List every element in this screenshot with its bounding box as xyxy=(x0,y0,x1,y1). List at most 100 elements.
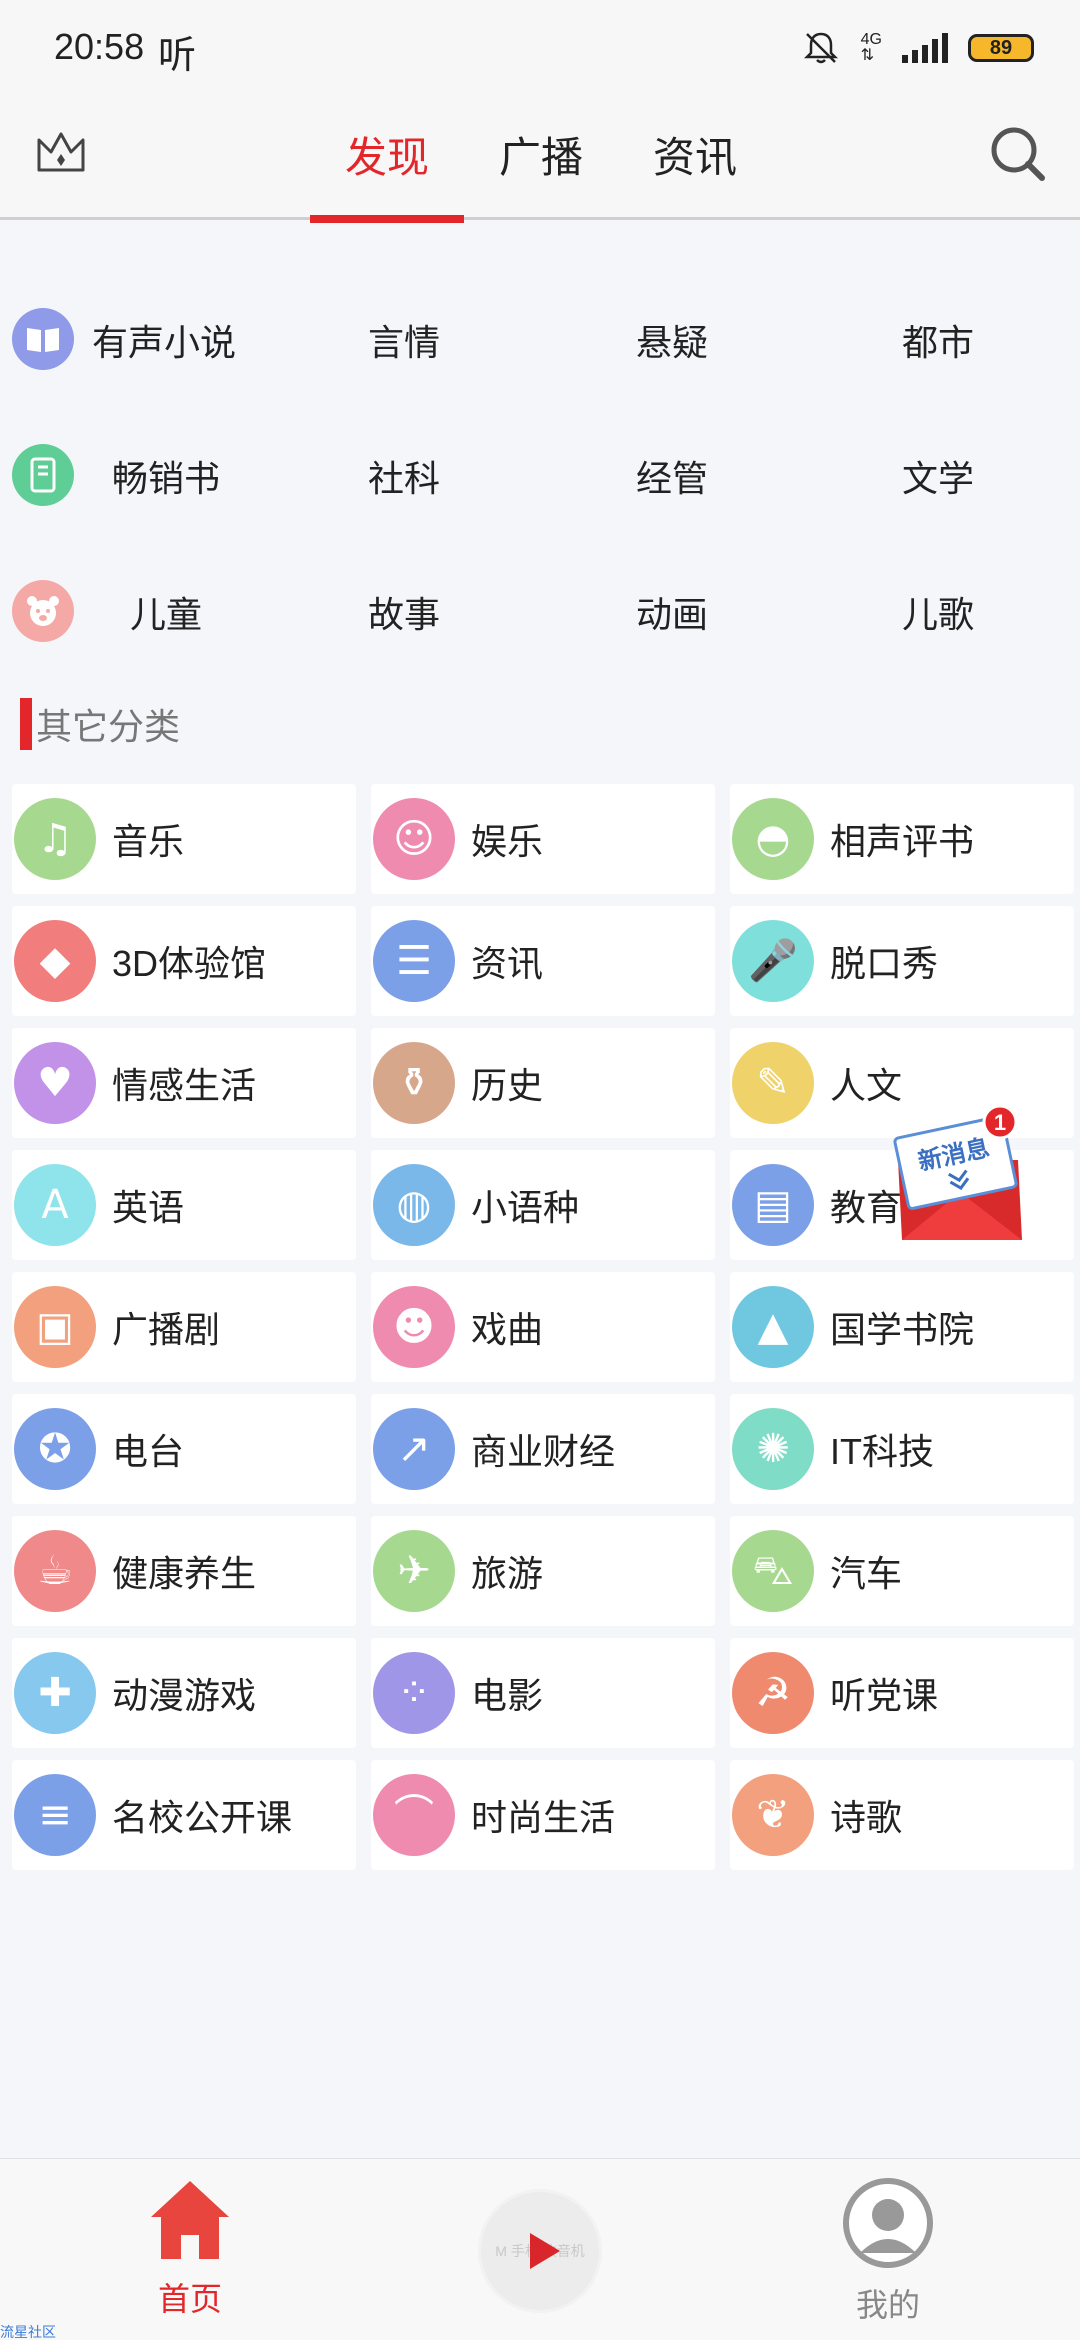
battery-indicator: 89 xyxy=(968,34,1034,62)
smile-icon: ☺ xyxy=(373,798,455,880)
chat-doc-icon: ≡ xyxy=(14,1774,96,1856)
category-card[interactable]: ⚱ 历史 xyxy=(371,1028,715,1138)
new-message-envelope-icon[interactable]: 新消息 1 xyxy=(888,1100,1032,1250)
search-icon[interactable] xyxy=(988,124,1048,184)
category-card[interactable]: ✈ 旅游 xyxy=(371,1516,715,1626)
category-card[interactable]: ⌒ 时尚生活 xyxy=(371,1760,715,1870)
bell-muted-icon xyxy=(803,32,838,64)
category-card[interactable]: ✚ 动漫游戏 xyxy=(12,1638,356,1748)
category-card[interactable]: ✪ 电台 xyxy=(12,1394,356,1504)
category-label: 诗歌 xyxy=(830,1797,903,1838)
category-label: 汽车 xyxy=(830,1553,903,1594)
category-animation[interactable]: 动画 xyxy=(636,544,708,680)
english-card-icon: A xyxy=(14,1164,96,1246)
category-card[interactable]: 🎤 脱口秀 xyxy=(730,906,1074,1016)
crown-icon[interactable] xyxy=(34,126,88,180)
badge-icon: ✪ xyxy=(14,1408,96,1490)
user-avatar-icon xyxy=(843,2178,933,2268)
car-icon: ⛍ xyxy=(732,1530,814,1612)
category-card[interactable]: ◆ 3D体验馆 xyxy=(12,906,356,1016)
primary-row-kids: 儿童 故事 动画 儿歌 xyxy=(0,544,1080,680)
category-card[interactable]: A 英语 xyxy=(12,1150,356,1260)
bear-icon xyxy=(12,580,74,642)
category-card[interactable]: ◍ 小语种 xyxy=(371,1150,715,1260)
category-card[interactable]: ⁘ 电影 xyxy=(371,1638,715,1748)
category-card[interactable]: ♥ 情感生活 xyxy=(12,1028,356,1138)
section-accent-bar xyxy=(20,698,32,750)
tab-broadcast[interactable]: 广播 xyxy=(464,96,618,220)
category-label: 广播剧 xyxy=(112,1309,221,1350)
category-card[interactable]: ✺ IT科技 xyxy=(730,1394,1074,1504)
category-suspense[interactable]: 悬疑 xyxy=(636,272,708,408)
nav-me[interactable]: 我的 xyxy=(838,2177,938,2326)
category-management[interactable]: 经管 xyxy=(636,408,708,544)
category-label: 相声评书 xyxy=(830,821,975,862)
primary-categories: 有声小说 言情 悬疑 都市 畅销书 社科 经管 文学 儿童 故事 动画 儿歌 xyxy=(0,272,1080,680)
section-title: 其它分类 xyxy=(20,698,180,750)
category-romance[interactable]: 言情 xyxy=(368,272,440,408)
new-message-count: 1 xyxy=(994,1110,1006,1135)
tab-discover[interactable]: 发现 xyxy=(310,96,464,223)
brush-icon: ✎ xyxy=(732,1042,814,1124)
category-label: 情感生活 xyxy=(112,1065,257,1106)
hammer-sickle-icon: ☭ xyxy=(732,1652,814,1734)
category-label: 时尚生活 xyxy=(471,1797,616,1838)
status-time: 20:58 xyxy=(54,26,145,67)
category-card[interactable]: ▣ 广播剧 xyxy=(12,1272,356,1382)
category-children[interactable]: 儿童 xyxy=(130,544,202,680)
category-label: 3D体验馆 xyxy=(112,943,267,984)
category-card[interactable]: ☺ 娱乐 xyxy=(371,784,715,894)
category-card[interactable]: ⛍ 汽车 xyxy=(730,1516,1074,1626)
category-card[interactable]: ♫ 音乐 xyxy=(12,784,356,894)
nav-home[interactable]: 首页 xyxy=(140,2177,240,2320)
vase-icon: ⚱ xyxy=(373,1042,455,1124)
radio-icon: ▣ xyxy=(14,1286,96,1368)
gamepad-icon: ✚ xyxy=(14,1652,96,1734)
status-bar: 20:58 听 4G ⇅ 89 xyxy=(0,0,1080,96)
category-urban[interactable]: 都市 xyxy=(902,272,974,408)
nav-home-label: 首页 xyxy=(157,2281,222,2317)
category-card[interactable]: ↗ 商业财经 xyxy=(371,1394,715,1504)
category-audio-novel[interactable]: 有声小说 xyxy=(92,272,236,408)
high-heel-icon: ⌒ xyxy=(373,1774,455,1856)
category-card[interactable]: ☻ 戏曲 xyxy=(371,1272,715,1382)
category-label: 旅游 xyxy=(471,1553,544,1594)
category-literature[interactable]: 文学 xyxy=(902,408,974,544)
category-card[interactable]: ☰ 资讯 xyxy=(371,906,715,1016)
document-icon: ☰ xyxy=(373,920,455,1002)
category-card[interactable]: ▲ 国学书院 xyxy=(730,1272,1074,1382)
category-label: 商业财经 xyxy=(471,1431,616,1472)
category-label: 脱口秀 xyxy=(830,943,939,984)
app-indicator: 听 xyxy=(158,35,197,77)
microphone-icon: 🎤 xyxy=(732,920,814,1002)
graduation-cap-icon: ▲ xyxy=(732,1286,814,1368)
primary-row-novels: 有声小说 言情 悬疑 都市 xyxy=(0,272,1080,408)
category-bestseller[interactable]: 畅销书 xyxy=(112,408,220,544)
id-card-icon: ▤ xyxy=(732,1164,814,1246)
category-label: IT科技 xyxy=(830,1431,934,1472)
player-button[interactable]: M 手机 收音机 xyxy=(478,2189,602,2313)
category-label: 名校公开课 xyxy=(112,1797,293,1838)
category-card[interactable]: ☕ 健康养生 xyxy=(12,1516,356,1626)
airplane-icon: ✈ xyxy=(373,1530,455,1612)
category-nursery-rhymes[interactable]: 儿歌 xyxy=(902,544,974,680)
heart-icon: ♥ xyxy=(14,1042,96,1124)
category-label: 小语种 xyxy=(471,1187,580,1228)
main-tabs: 发现 广播 资讯 xyxy=(310,96,772,223)
network-type: 4G xyxy=(860,31,882,48)
category-card[interactable]: ◓ 相声评书 xyxy=(730,784,1074,894)
nav-me-label: 我的 xyxy=(855,2287,920,2323)
category-card[interactable]: ≡ 名校公开课 xyxy=(12,1760,356,1870)
film-reel-icon: ⁘ xyxy=(373,1652,455,1734)
category-card[interactable]: ☭ 听党课 xyxy=(730,1638,1074,1748)
category-label: 娱乐 xyxy=(471,821,544,862)
category-social-science[interactable]: 社科 xyxy=(368,408,440,544)
notebook-icon xyxy=(12,444,74,506)
atom-icon: ✺ xyxy=(732,1408,814,1490)
category-label: 电台 xyxy=(112,1431,185,1472)
category-label: 资讯 xyxy=(471,943,544,984)
category-card[interactable]: ❦ 诗歌 xyxy=(730,1760,1074,1870)
category-stories[interactable]: 故事 xyxy=(368,544,440,680)
opera-mask-icon: ☻ xyxy=(373,1286,455,1368)
tab-news[interactable]: 资讯 xyxy=(618,96,772,220)
